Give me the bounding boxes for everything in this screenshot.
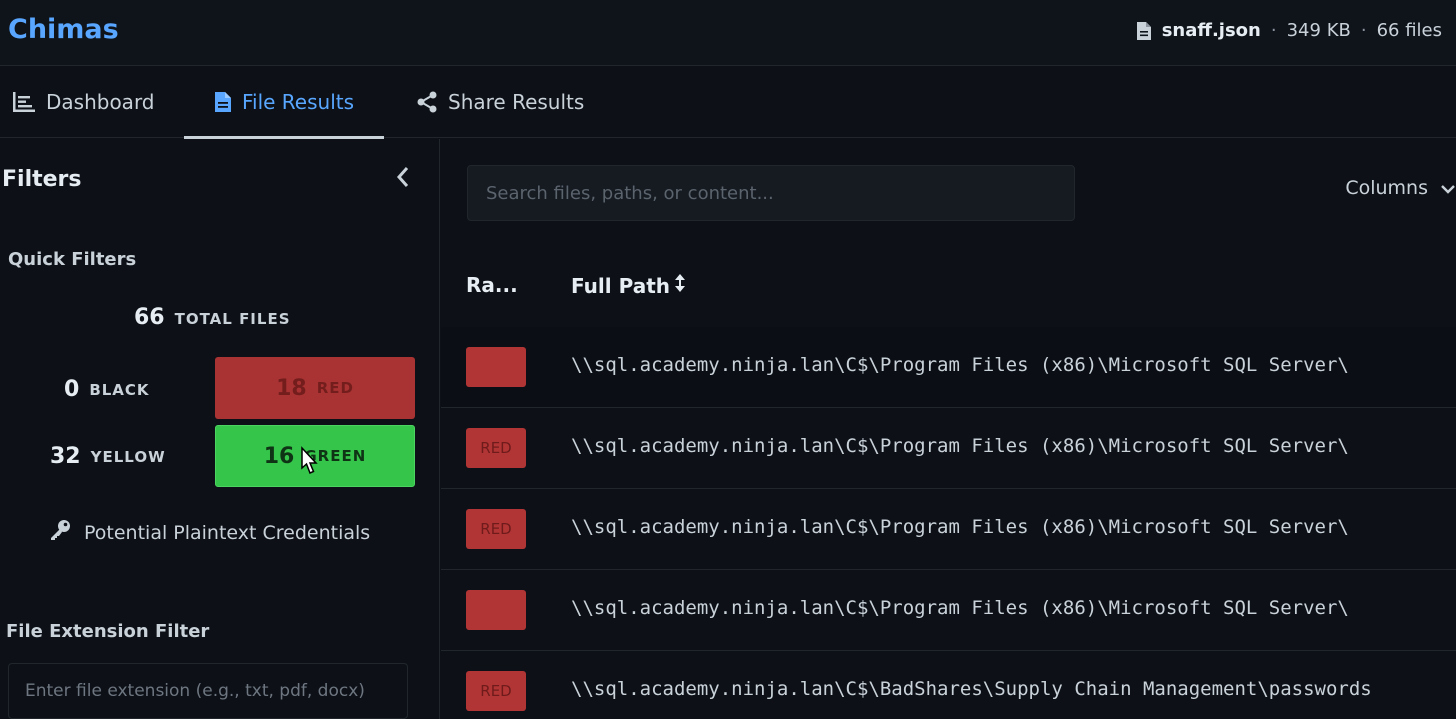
tab-file-results[interactable]: File Results (184, 66, 384, 139)
black-label: BLACK (89, 380, 150, 399)
chart-icon (12, 91, 36, 113)
column-header-rating-label: Ra... (466, 273, 518, 297)
chevron-left-icon (396, 166, 410, 192)
total-files-stat: 66 TOTAL FILES (134, 305, 291, 330)
tab-bar: Dashboard File Results Share Results (0, 66, 1456, 139)
tab-label: Share Results (448, 90, 585, 114)
black-count: 0 (64, 377, 80, 402)
app-title[interactable]: Chimas (8, 14, 119, 45)
red-label: RED (316, 379, 354, 397)
file-size: 349 KB (1286, 20, 1351, 41)
table-row[interactable]: \\sql.academy.ninja.lan\C$\Program Files… (441, 570, 1456, 651)
table-row[interactable]: RED \\sql.academy.ninja.lan\C$\Program F… (441, 408, 1456, 489)
tab-label: Dashboard (46, 90, 155, 114)
total-files-count: 66 (134, 305, 165, 330)
key-icon (48, 519, 72, 546)
column-header-rating[interactable]: Ra... (466, 273, 518, 297)
yellow-count: 32 (50, 444, 81, 469)
rating-badge: RED (466, 509, 526, 549)
credentials-label: Potential Plaintext Credentials (84, 521, 371, 544)
file-meta: snaff.json · 349 KB · 66 files (1136, 20, 1442, 41)
tab-label: File Results (241, 90, 355, 114)
yellow-filter[interactable]: 32 YELLOW (50, 444, 166, 469)
separator-dot: · (1270, 20, 1277, 41)
extension-filter-title: File Extension Filter (6, 621, 210, 642)
table-row[interactable]: RED \\sql.academy.ninja.lan\C$\BadShares… (441, 651, 1456, 719)
full-path-cell: \\sql.academy.ninja.lan\C$\Program Files… (571, 516, 1349, 538)
share-icon (416, 91, 438, 113)
yellow-label: YELLOW (90, 447, 166, 466)
full-path-cell: \\sql.academy.ninja.lan\C$\Program Files… (571, 435, 1349, 457)
mouse-cursor-icon (298, 446, 320, 476)
column-header-full-path[interactable]: Full Path (571, 273, 686, 298)
results-table-body: \\sql.academy.ninja.lan\C$\Program Files… (441, 327, 1456, 719)
tab-share-results[interactable]: Share Results (416, 66, 584, 138)
black-filter[interactable]: 0 BLACK (64, 377, 150, 402)
separator-dot: · (1360, 20, 1367, 41)
full-path-cell: \\sql.academy.ninja.lan\C$\Program Files… (571, 597, 1349, 619)
filters-title: Filters (2, 167, 82, 192)
total-files-label: TOTAL FILES (174, 310, 291, 328)
quick-filters-title: Quick Filters (8, 249, 137, 270)
app-header: Chimas snaff.json · 349 KB · 66 files (0, 0, 1456, 66)
rating-badge (466, 347, 526, 387)
file-results-panel: Columns Ra... Full Path \\sql.academy.ni… (441, 139, 1456, 719)
file-name: snaff.json (1161, 20, 1261, 41)
columns-button[interactable]: Columns (1345, 177, 1456, 199)
columns-label: Columns (1345, 177, 1428, 199)
column-header-path-label: Full Path (571, 273, 670, 298)
green-count: 16 (263, 443, 295, 469)
credentials-filter[interactable]: Potential Plaintext Credentials (48, 519, 370, 546)
table-header: Ra... Full Path (441, 247, 1456, 327)
tab-dashboard[interactable]: Dashboard (12, 66, 155, 138)
filters-sidebar: Filters Quick Filters 66 TOTAL FILES 0 B… (0, 139, 440, 719)
red-filter-button[interactable]: 18 RED (215, 357, 415, 419)
rating-badge: RED (466, 428, 526, 468)
table-row[interactable]: RED \\sql.academy.ninja.lan\C$\Program F… (441, 489, 1456, 570)
file-icon (1136, 21, 1152, 41)
file-count: 66 files (1376, 20, 1442, 41)
file-icon (214, 91, 232, 113)
table-row[interactable]: \\sql.academy.ninja.lan\C$\Program Files… (441, 327, 1456, 408)
full-path-cell: \\sql.academy.ninja.lan\C$\BadShares\Sup… (571, 678, 1372, 700)
collapse-sidebar-button[interactable] (390, 165, 416, 193)
extension-filter-input[interactable] (8, 663, 408, 719)
chevron-down-icon (1440, 177, 1456, 199)
app-root: Chimas snaff.json · 349 KB · 66 files Da… (0, 0, 1456, 719)
rating-badge (466, 590, 526, 630)
full-path-cell: \\sql.academy.ninja.lan\C$\Program Files… (571, 354, 1349, 376)
rating-badge: RED (466, 671, 526, 711)
red-count: 18 (276, 375, 307, 401)
search-input[interactable] (467, 165, 1075, 221)
sort-icon (674, 273, 686, 298)
